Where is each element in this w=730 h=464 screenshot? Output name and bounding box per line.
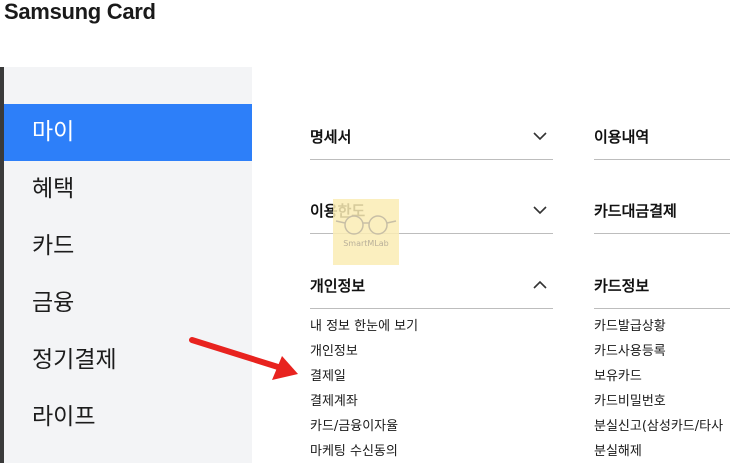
list-item[interactable]: 결제일 — [310, 364, 553, 389]
section-card-payment[interactable]: 카드대금결제 — [594, 189, 730, 234]
section-card-info-title: 카드정보 — [594, 277, 650, 295]
list-item[interactable]: 결제계좌 — [310, 389, 553, 414]
list-item[interactable]: 분실신고(삼성카드/타사 — [594, 414, 730, 439]
list-item[interactable]: 분실해제 — [594, 439, 730, 463]
section-card-payment-title: 카드대금결제 — [594, 202, 677, 220]
list-item[interactable]: 내 정보 한눈에 보기 — [310, 314, 553, 339]
card-info-list: 카드발급상황 카드사용등록 보유카드 카드비밀번호 분실신고(삼성카드/타사 분… — [594, 314, 730, 463]
list-item[interactable]: 카드비밀번호 — [594, 389, 730, 414]
section-personal-info-title: 개인정보 — [310, 277, 366, 295]
smartmlab-watermark: SmartMLab — [333, 199, 399, 265]
list-item[interactable]: 카드발급상황 — [594, 314, 730, 339]
section-card-info[interactable]: 카드정보 — [594, 264, 730, 309]
sidebar-item-life[interactable]: 라이프 — [4, 389, 252, 446]
section-usage-history-title: 이용내역 — [594, 128, 650, 146]
menu-column-right: 이용내역 카드대금결제 카드정보 카드발급상황 카드사용등록 보유카드 카드비밀… — [594, 0, 730, 463]
sidebar-item-card[interactable]: 카드 — [4, 218, 252, 275]
list-item[interactable]: 보유카드 — [594, 364, 730, 389]
section-statement[interactable]: 명세서 — [310, 115, 553, 160]
sidebar-item-my[interactable]: 마이 — [4, 104, 252, 161]
section-statement-title: 명세서 — [310, 128, 352, 146]
personal-info-list: 내 정보 한눈에 보기 개인정보 결제일 결제계좌 카드/금융이자율 마케팅 수… — [310, 314, 553, 464]
list-item[interactable]: 개인정보 — [310, 339, 553, 364]
glasses-icon — [335, 215, 397, 235]
watermark-text: SmartMLab — [343, 239, 389, 248]
sidebar-item-benefits[interactable]: 혜택 — [4, 161, 252, 218]
list-item[interactable]: 카드/금융이자율 — [310, 414, 553, 439]
chevron-up-icon — [533, 280, 547, 289]
samsung-card-logo[interactable]: Samsung Card — [4, 0, 156, 25]
sidebar-item-finance[interactable]: 금융 — [4, 275, 252, 332]
chevron-down-icon — [533, 206, 547, 215]
list-item[interactable]: 카드사용등록 — [594, 339, 730, 364]
section-usage-history[interactable]: 이용내역 — [594, 115, 730, 160]
red-arrow-icon — [189, 337, 298, 380]
section-personal-info[interactable]: 개인정보 — [310, 264, 553, 309]
sidebar-nav: 마이 혜택 카드 금융 정기결제 라이프 — [0, 67, 252, 463]
list-item[interactable]: 마케팅 수신동의 — [310, 439, 553, 464]
chevron-down-icon — [533, 132, 547, 141]
